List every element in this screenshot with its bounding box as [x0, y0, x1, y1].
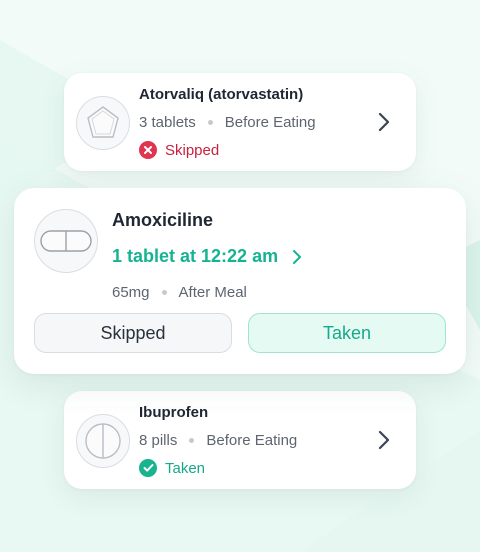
medication-card-amoxiciline[interactable]: Amoxiciline 1 tablet at 12:22 am 65mg Af…	[14, 188, 466, 374]
status-label: Skipped	[165, 141, 220, 159]
timing-text: Before Eating	[206, 432, 298, 449]
check-circle-icon	[139, 459, 157, 477]
skipped-button[interactable]: Skipped	[34, 313, 232, 353]
separator-dot	[161, 290, 167, 295]
medication-card-atorvaliq[interactable]: Atorvaliq (atorvastatin) 3 tablets Befor…	[64, 73, 416, 171]
dose-text: 1 tablet at 12:22 am	[112, 246, 279, 266]
medication-meta: 3 tablets Before Eating	[139, 114, 316, 131]
chevron-right-icon	[292, 249, 302, 265]
medication-card-ibuprofen[interactable]: Ibuprofen 8 pills Before Eating Taken	[64, 391, 416, 489]
medication-meta: 65mg After Meal	[112, 284, 247, 301]
pentagon-pill-icon	[76, 96, 130, 150]
status-taken: Taken	[139, 459, 205, 477]
quantity-text: 3 tablets	[139, 114, 196, 131]
separator-dot	[189, 438, 195, 443]
medication-name: Amoxiciline	[112, 210, 214, 230]
dose-link[interactable]: 1 tablet at 12:22 am	[112, 246, 302, 267]
chevron-right-icon[interactable]	[374, 428, 394, 452]
taken-button[interactable]: Taken	[248, 313, 446, 353]
round-tablet-icon	[76, 414, 130, 468]
medication-name: Ibuprofen	[139, 404, 209, 421]
medication-name: Atorvaliq (atorvastatin)	[139, 86, 304, 103]
chevron-right-icon[interactable]	[374, 110, 394, 134]
quantity-text: 8 pills	[139, 432, 178, 449]
status-skipped: Skipped	[139, 141, 219, 159]
timing-text: After Meal	[178, 284, 247, 301]
medication-meta: 8 pills Before Eating	[139, 432, 297, 449]
timing-text: Before Eating	[224, 114, 316, 131]
capsule-icon	[34, 209, 98, 273]
separator-dot	[207, 120, 213, 125]
close-circle-icon	[139, 141, 157, 159]
strength-text: 65mg	[112, 284, 150, 301]
status-label: Taken	[165, 459, 206, 477]
